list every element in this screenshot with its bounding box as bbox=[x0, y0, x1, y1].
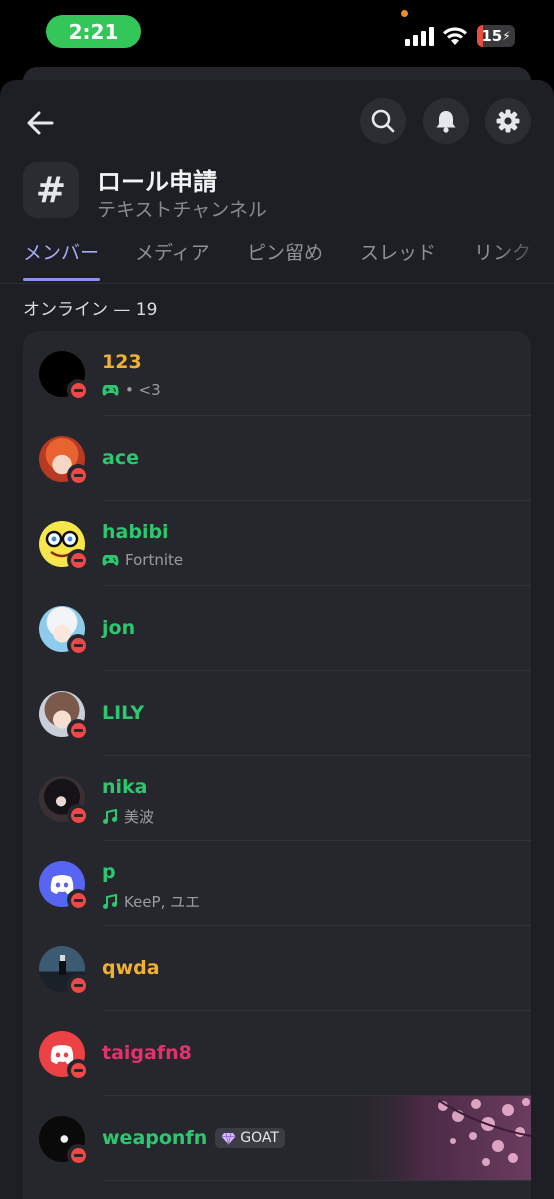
music-note-icon bbox=[103, 893, 117, 909]
channel-members-sheet: # ロール申請 テキストチャンネル メンバー メディア ピン留め スレッド リン… bbox=[0, 80, 554, 1199]
dnd-status-icon bbox=[67, 634, 89, 656]
dnd-status-icon bbox=[67, 889, 89, 911]
gem-icon bbox=[221, 1132, 236, 1145]
activity-text: 美波 bbox=[124, 808, 155, 826]
activity-text: • <3 bbox=[125, 381, 161, 399]
member-name: taigafn8 bbox=[102, 1042, 192, 1064]
member-name: 123 bbox=[102, 351, 142, 373]
member-name: qwda bbox=[102, 957, 160, 979]
member-name: jon bbox=[102, 617, 136, 639]
member-row-taigafn8[interactable]: taigafn8 bbox=[23, 1011, 531, 1096]
member-name: habibi bbox=[102, 521, 169, 543]
dnd-status-icon bbox=[67, 974, 89, 996]
profile-banner-decoration bbox=[348, 1096, 531, 1181]
member-activity: • <3 bbox=[102, 381, 161, 399]
member-name: nika bbox=[102, 776, 148, 798]
member-row-lily[interactable]: LILY bbox=[23, 671, 531, 756]
member-row-p[interactable]: p KeeP, ユエ bbox=[23, 841, 531, 926]
dnd-status-icon bbox=[67, 804, 89, 826]
gamepad-icon bbox=[102, 384, 119, 396]
member-row-nika[interactable]: nika 美波 bbox=[23, 756, 531, 841]
search-button[interactable] bbox=[360, 98, 406, 144]
dnd-status-icon bbox=[67, 1144, 89, 1166]
dnd-status-icon bbox=[67, 549, 89, 571]
dnd-status-icon bbox=[67, 719, 89, 741]
charging-bolt-icon: ⚡ bbox=[502, 29, 511, 43]
back-button[interactable] bbox=[20, 103, 60, 143]
active-tab-indicator bbox=[23, 278, 100, 281]
music-note-icon bbox=[103, 808, 117, 824]
settings-button[interactable] bbox=[485, 98, 531, 144]
member-name-line: weaponfn GOAT bbox=[102, 1127, 285, 1149]
member-row-123[interactable]: 123 • <3 bbox=[23, 331, 531, 416]
gamepad-icon bbox=[102, 554, 119, 566]
activity-text: KeeP, ユエ bbox=[124, 893, 201, 911]
server-tag-badge: GOAT bbox=[215, 1128, 285, 1148]
tab-media[interactable]: メディア bbox=[135, 238, 210, 265]
server-tag-text: GOAT bbox=[240, 1130, 279, 1146]
bell-icon bbox=[436, 111, 456, 133]
status-time: 2:21 bbox=[46, 15, 141, 48]
privacy-indicator bbox=[401, 10, 408, 17]
dnd-status-icon bbox=[67, 464, 89, 486]
channel-tabs: メンバー メディア ピン留め スレッド リンク bbox=[0, 230, 554, 284]
member-name: weaponfn bbox=[102, 1127, 208, 1149]
cellular-signal-icon bbox=[405, 26, 435, 46]
member-name: p bbox=[102, 861, 116, 883]
member-list: 123 • <3 ace habibi Fortnite jon LILY ni… bbox=[23, 331, 531, 1199]
back-arrow-icon bbox=[27, 111, 54, 135]
channel-name: ロール申請 bbox=[97, 168, 217, 196]
battery-percent: 15 bbox=[481, 27, 503, 45]
member-name: ace bbox=[102, 447, 139, 469]
online-section-header: オンライン — 19 bbox=[23, 300, 158, 320]
gear-icon bbox=[496, 109, 520, 133]
activity-text: Fortnite bbox=[125, 551, 184, 569]
member-row-jon[interactable]: jon bbox=[23, 586, 531, 671]
member-row-qwda[interactable]: qwda bbox=[23, 926, 531, 1011]
dnd-status-icon bbox=[67, 379, 89, 401]
wifi-icon bbox=[443, 27, 467, 45]
tab-pins[interactable]: ピン留め bbox=[247, 238, 323, 265]
member-row-habibi[interactable]: habibi Fortnite bbox=[23, 501, 531, 586]
status-bar: 2:21 15 ⚡ bbox=[0, 0, 554, 64]
member-row-ace[interactable]: ace bbox=[23, 416, 531, 501]
member-activity: Fortnite bbox=[102, 551, 183, 569]
member-row-weaponfn[interactable]: weaponfn GOAT bbox=[23, 1096, 531, 1181]
search-icon bbox=[371, 109, 395, 133]
channel-hash-icon: # bbox=[23, 162, 79, 218]
notifications-button[interactable] bbox=[423, 98, 469, 144]
member-activity: KeeP, ユエ bbox=[102, 891, 200, 912]
channel-type: テキストチャンネル bbox=[97, 199, 267, 221]
dnd-status-icon bbox=[67, 1059, 89, 1081]
tab-members[interactable]: メンバー bbox=[23, 238, 99, 265]
battery-indicator: 15 ⚡ bbox=[477, 25, 515, 47]
member-activity: 美波 bbox=[102, 806, 154, 827]
member-name: LILY bbox=[102, 702, 145, 724]
tab-threads[interactable]: スレッド bbox=[360, 238, 436, 265]
